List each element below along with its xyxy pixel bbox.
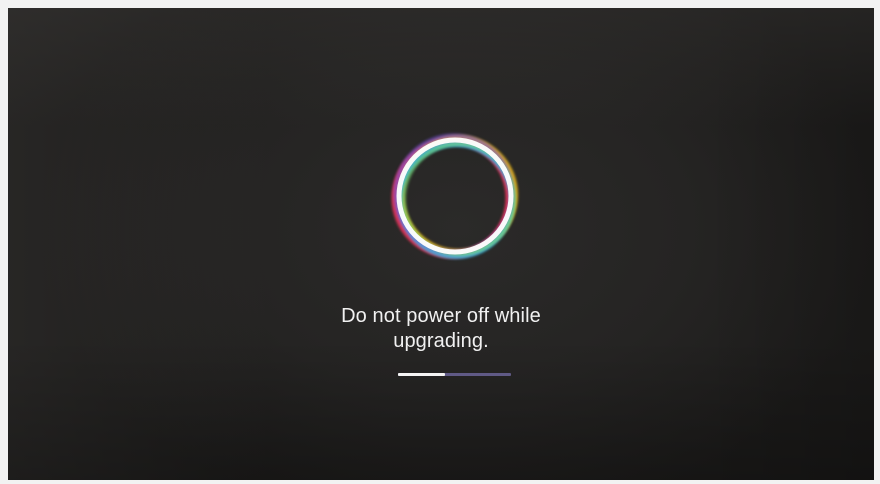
- message-line-1: Do not power off while: [341, 305, 541, 327]
- ring-graphic: [391, 133, 518, 259]
- message-line-2: upgrading.: [393, 330, 489, 352]
- upgrade-warning-message: Do not power off while upgrading.: [291, 304, 591, 354]
- ring-white-core: [396, 137, 514, 255]
- photo-frame: Do not power off while upgrading.: [0, 0, 880, 484]
- upgrade-progress-fill: [398, 373, 446, 376]
- upgrade-progress-bar: [398, 373, 511, 376]
- rainbow-ring-icon: [388, 128, 524, 264]
- upgrade-screen: Do not power off while upgrading.: [8, 8, 874, 480]
